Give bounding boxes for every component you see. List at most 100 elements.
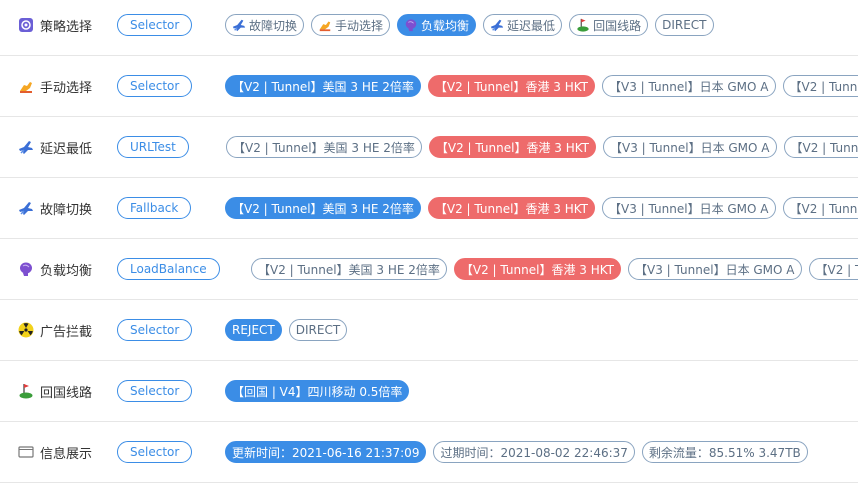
- proxy-list: 【回国 | V4】四川移动 0.5倍率: [225, 361, 410, 421]
- proxy-chip-label: 剩余流量：85.51% 3.47TB: [648, 445, 801, 460]
- proxy-chip-label: 【V2 | Tunnel】香港 3 HKT: [434, 201, 589, 216]
- group-name-cell: 故障切换: [18, 178, 92, 238]
- proxy-chip[interactable]: 【V2 | Tunnel】美国 3 HE 2倍率: [225, 197, 421, 219]
- group-name-cell: 信息展示: [18, 422, 92, 482]
- proxy-chip-label: 延迟最低: [507, 18, 556, 33]
- group-name: 策略选择: [40, 19, 93, 35]
- group-row: 手动选择 Selector 【V2 | Tunnel】美国 3 HE 2倍率 【V2 …: [0, 56, 858, 117]
- group-row: 延迟最低 URLTest 【V2 | Tunnel】美国 3 HE 2倍率 【V2 |…: [0, 117, 858, 178]
- proxy-chip-label: 手动选择: [335, 18, 384, 33]
- plane-icon: [490, 18, 504, 32]
- proxy-list: 【V2 | Tunnel】美国 3 HE 2倍率 【V2 | Tunnel】香港 …: [226, 117, 858, 177]
- proxy-chip[interactable]: 【V3 | Tunnel】日本 GMO A: [628, 258, 802, 280]
- hand-icon: [318, 18, 332, 32]
- brain-icon: [18, 261, 34, 277]
- radiation-icon: [18, 322, 34, 338]
- proxy-chip[interactable]: 过期时间：2021-08-02 22:46:37: [433, 441, 635, 463]
- group-name-cell: 延迟最低: [18, 117, 92, 177]
- group-name: 负载均衡: [40, 263, 93, 279]
- proxy-chip[interactable]: 负载均衡: [397, 14, 477, 36]
- proxy-chip[interactable]: 【回国 | V4】四川移动 0.5倍率: [225, 380, 410, 402]
- proxy-chip[interactable]: DIRECT: [655, 14, 714, 36]
- proxy-chip-label: 【V2 | Tunnel】美国 3 HE 2倍率: [233, 140, 415, 155]
- group-type-tag: Fallback: [117, 197, 192, 219]
- proxy-chip[interactable]: 更新时间：2021-06-16 21:37:09: [225, 441, 427, 463]
- proxy-chip-label: 【V3 | Tunnel】日本 GMO A: [609, 79, 769, 94]
- proxy-chip[interactable]: 【V2 | Tunnel】美国 3 HE 2倍率: [225, 75, 421, 97]
- proxy-chip-label: 故障切换: [249, 18, 298, 33]
- plane-icon: [18, 200, 34, 216]
- proxy-chip-label: 【V3 | Tunnel】日本 GMO A: [609, 201, 769, 216]
- flag-icon: [18, 383, 34, 399]
- proxy-chip-label: 更新时间：2021-06-16 21:37:09: [232, 445, 420, 460]
- proxy-chip-label: 【V3 | Tunnel】日本 GMO A: [635, 262, 795, 277]
- flag-icon: [576, 18, 590, 32]
- group-row: 广告拦截 Selector REJECT DIRECT: [0, 300, 858, 361]
- group-name-cell: 广告拦截: [18, 300, 92, 360]
- proxy-chip-label: 【V2 | Tunnel】: [789, 79, 858, 94]
- group-row: 信息展示 Selector 更新时间：2021-06-16 21:37:09 过期时间…: [0, 422, 858, 483]
- proxy-chip-label: 【V2 | Tunnel】美国 3 HE 2倍率: [232, 201, 414, 216]
- group-type-tag: Selector: [117, 75, 193, 97]
- group-name-cell: 回国线路: [18, 361, 92, 421]
- proxy-chip-label: 【V2 | Tunnel】: [790, 140, 858, 155]
- proxy-chip-label: DIRECT: [662, 18, 707, 32]
- group-row: 负载均衡 LoadBalance 【V2 | Tunnel】美国 3 HE 2倍率 【…: [0, 239, 858, 300]
- proxy-list: 【V2 | Tunnel】美国 3 HE 2倍率 【V2 | Tunnel】香港 …: [225, 56, 858, 116]
- proxy-chip[interactable]: DIRECT: [288, 319, 348, 341]
- proxy-chip[interactable]: 【V2 | Tunnel】香港 3 HKT: [428, 136, 597, 158]
- proxy-chip-label: 【V2 | Tunnel】美国 3 HE 2倍率: [258, 262, 440, 277]
- proxy-chip[interactable]: 【V3 | Tunnel】日本 GMO A: [602, 197, 776, 219]
- proxy-chip-label: 【V2 | Tunnel】香港 3 HKT: [435, 140, 590, 155]
- proxy-list: 故障切换 手动选择 负载均衡 延迟最低 回国线路 DIRECT: [225, 0, 714, 55]
- proxy-chip[interactable]: 【V2 | Tunnel】美国 3 HE 2倍率: [226, 136, 422, 158]
- proxy-list: REJECT DIRECT: [225, 300, 348, 360]
- group-name: 延迟最低: [40, 141, 93, 157]
- proxy-chip[interactable]: 【V3 | Tunnel】日本 GMO A: [602, 75, 776, 97]
- group-type-tag: Selector: [117, 319, 193, 341]
- proxy-chip[interactable]: 【V2 | Tunnel】香港 3 HKT: [427, 197, 596, 219]
- proxy-chip[interactable]: 【V3 | Tunnel】日本 GMO A: [603, 136, 777, 158]
- group-type-tag: Selector: [117, 14, 193, 36]
- proxy-chip-label: REJECT: [232, 323, 275, 337]
- selector-icon: [18, 17, 34, 33]
- group-row: 策略选择 Selector 故障切换 手动选择 负载均衡 延迟最低 回国线路 DIRECT: [0, 0, 858, 56]
- proxy-list: 【V2 | Tunnel】美国 3 HE 2倍率 【V2 | Tunnel】香港 …: [225, 178, 858, 238]
- proxy-chip[interactable]: 故障切换: [225, 14, 305, 36]
- proxy-chip-label: 回国线路: [593, 18, 642, 33]
- plane-icon: [18, 139, 34, 155]
- group-row: 故障切换 Fallback 【V2 | Tunnel】美国 3 HE 2倍率 【V2 …: [0, 178, 858, 239]
- group-type-tag: URLTest: [117, 136, 189, 158]
- group-name: 回国线路: [40, 385, 93, 401]
- hand-icon: [18, 78, 34, 94]
- group-name-cell: 负载均衡: [18, 239, 92, 299]
- window-icon: [18, 444, 34, 460]
- group-name-cell: 策略选择: [18, 0, 92, 55]
- proxy-chip-label: 负载均衡: [421, 18, 470, 33]
- proxy-chip[interactable]: 【V2 | Tunnel】: [783, 136, 858, 158]
- proxy-chip[interactable]: 【V2 | Tunnel】: [782, 75, 858, 97]
- proxy-chip[interactable]: 手动选择: [311, 14, 391, 36]
- proxy-chip-label: 【回国 | V4】四川移动 0.5倍率: [232, 384, 403, 399]
- proxy-chip[interactable]: 【V2 | Tunnel】香港 3 HKT: [453, 258, 622, 280]
- group-name: 手动选择: [40, 80, 93, 96]
- group-name-cell: 手动选择: [18, 56, 92, 116]
- proxy-chip[interactable]: REJECT: [225, 319, 282, 341]
- proxy-chip-label: 【V2 | Tunnel】香港 3 HKT: [460, 262, 615, 277]
- proxy-chip-label: 【V2 | Tunnel】美国 3 HE 2倍率: [232, 79, 414, 94]
- proxy-chip-label: 过期时间：2021-08-02 22:46:37: [440, 445, 628, 460]
- proxy-chip[interactable]: 【V2 | Tunnel】: [782, 197, 858, 219]
- proxy-list: 更新时间：2021-06-16 21:37:09 过期时间：2021-08-02 …: [225, 422, 808, 482]
- group-row: 回国线路 Selector 【回国 | V4】四川移动 0.5倍率: [0, 361, 858, 422]
- plane-icon: [232, 18, 246, 32]
- proxy-chip[interactable]: 【V2 | Tu: [808, 258, 858, 280]
- proxy-chip[interactable]: 延迟最低: [483, 14, 563, 36]
- proxy-chip[interactable]: 【V2 | Tunnel】美国 3 HE 2倍率: [251, 258, 447, 280]
- group-name: 广告拦截: [40, 324, 93, 340]
- group-name: 故障切换: [40, 202, 93, 218]
- proxy-chip[interactable]: 【V2 | Tunnel】香港 3 HKT: [427, 75, 596, 97]
- group-type-tag: Selector: [117, 441, 193, 463]
- proxy-chip[interactable]: 回国线路: [569, 14, 649, 36]
- proxy-chip[interactable]: 剩余流量：85.51% 3.47TB: [641, 441, 808, 463]
- group-type-tag: LoadBalance: [117, 258, 220, 280]
